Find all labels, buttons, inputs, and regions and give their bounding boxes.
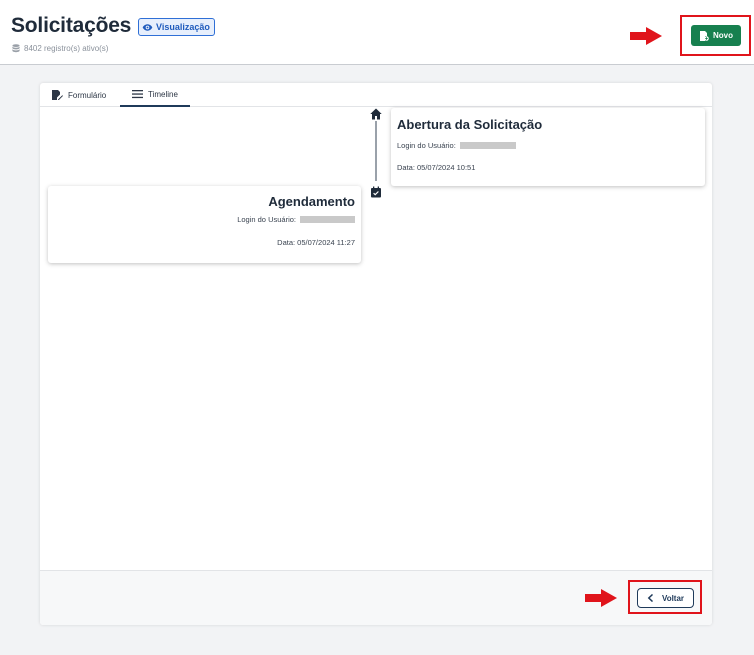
edit-form-icon: [52, 90, 63, 100]
event-login: Login do Usuário:: [397, 141, 516, 150]
back-button-label: Voltar: [661, 593, 685, 603]
tab-timeline[interactable]: Timeline: [120, 83, 190, 107]
event-login-label: Login do Usuário:: [397, 141, 456, 150]
new-file-icon: [700, 30, 709, 41]
timeline-event-scheduling: Agendamento Login do Usuário: Data: 05/0…: [48, 186, 361, 263]
tab-formulario-label: Formulário: [68, 90, 107, 100]
back-button[interactable]: Voltar: [637, 588, 694, 608]
redacted-user: [459, 142, 516, 149]
records-count: 8402 registro(s) ativo(s): [12, 44, 108, 53]
mode-badge-label: Visualização: [156, 22, 210, 32]
annotation-arrow-icon: [585, 589, 617, 607]
content-card: Formulário Timeline Abertura da Solicita…: [40, 83, 712, 625]
home-icon: [370, 108, 382, 120]
page-title: Solicitações: [11, 14, 132, 37]
records-label: 8402 registro(s) ativo(s): [24, 44, 109, 53]
tab-formulario[interactable]: Formulário: [40, 83, 118, 107]
list-icon: [132, 90, 143, 99]
timeline-event-opening: Abertura da Solicitação Login do Usuário…: [391, 108, 705, 186]
database-icon: [12, 44, 20, 53]
mode-badge: Visualização: [138, 18, 215, 36]
event-title: Agendamento: [268, 194, 355, 209]
event-title: Abertura da Solicitação: [397, 117, 543, 132]
event-date: Data: 05/07/2024 11:27: [277, 238, 355, 247]
redacted-user: [300, 216, 355, 223]
chevron-left-icon: [647, 594, 653, 602]
event-date: Data: 05/07/2024 10:51: [397, 163, 476, 172]
tab-bar: Formulário Timeline: [40, 83, 712, 107]
calendar-check-icon: [371, 186, 381, 198]
new-button-label: Novo: [713, 31, 733, 40]
timeline-line: [375, 121, 377, 181]
event-login: Login do Usuário:: [237, 215, 355, 224]
event-login-label: Login do Usuário:: [237, 215, 296, 224]
new-button[interactable]: Novo: [691, 25, 741, 46]
tab-timeline-label: Timeline: [148, 89, 178, 99]
eye-icon: [142, 23, 153, 31]
annotation-arrow-icon: [630, 27, 662, 45]
